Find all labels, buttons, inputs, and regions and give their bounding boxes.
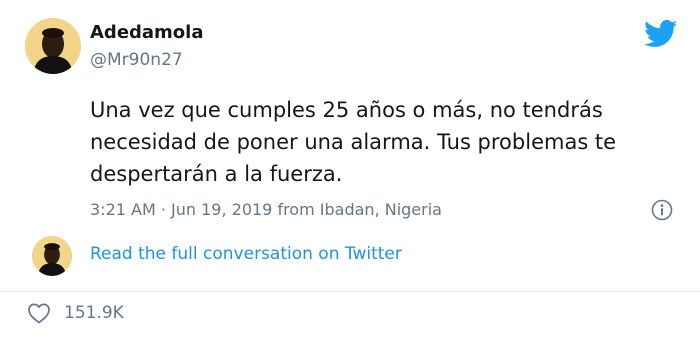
like-count[interactable]: 151.9K: [64, 303, 124, 323]
divider: [0, 291, 700, 292]
author-avatar[interactable]: [25, 18, 81, 74]
heart-icon[interactable]: [27, 302, 51, 324]
reply-avatar[interactable]: [32, 236, 72, 276]
author-handle[interactable]: @Mr90n27: [90, 50, 183, 70]
tweet-card: Adedamola @Mr90n27 Una vez que cumples 2…: [0, 0, 700, 339]
info-icon[interactable]: [651, 199, 673, 221]
tweet-timestamp-location[interactable]: 3:21 AM · Jun 19, 2019 from Ibadan, Nige…: [90, 200, 442, 219]
author-display-name[interactable]: Adedamola: [90, 22, 204, 43]
read-full-conversation-link[interactable]: Read the full conversation on Twitter: [90, 244, 402, 264]
tweet-text: Una vez que cumples 25 años o más, no te…: [90, 98, 617, 186]
twitter-bird-icon[interactable]: [644, 20, 678, 48]
avatar-image: [25, 18, 81, 74]
avatar-image: [32, 236, 72, 276]
